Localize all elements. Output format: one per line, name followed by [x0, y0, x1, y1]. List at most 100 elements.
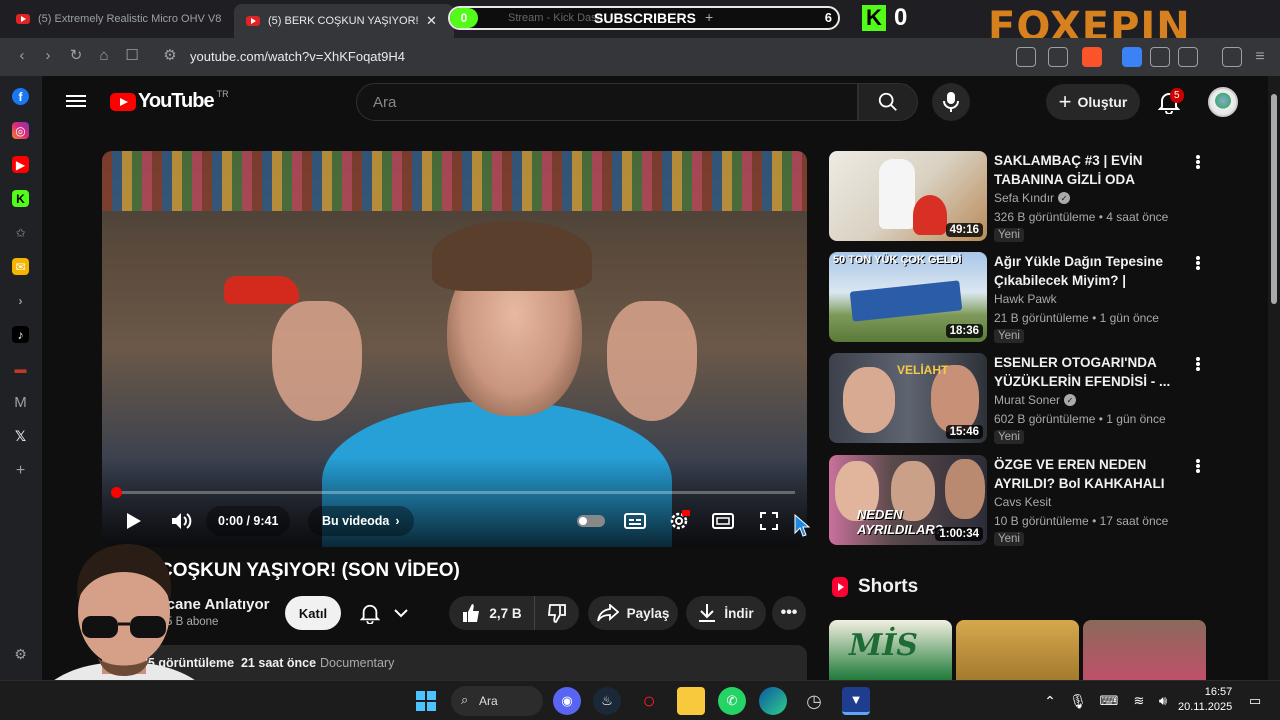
recommendation-title[interactable]: ÖZGE VE EREN NEDEN AYRILDI? Bol KAHKAHAL… — [994, 455, 1184, 493]
youtube-icon[interactable]: ▶ — [12, 156, 29, 173]
cast-icon[interactable] — [1016, 47, 1036, 67]
whatsapp-icon[interactable]: ✆ — [718, 687, 746, 715]
home-icon[interactable]: ⌂ — [94, 46, 114, 66]
media-controls-icon[interactable] — [1222, 47, 1242, 67]
sidebar-settings-icon[interactable]: ⚙ — [12, 646, 29, 663]
game-icon[interactable]: ▬ — [12, 360, 29, 377]
recommendation-channel[interactable]: Sefa Kındır ✓ — [994, 191, 1071, 205]
share-page-icon[interactable] — [1048, 47, 1068, 67]
progress-bar[interactable] — [114, 491, 795, 494]
recommendation-title[interactable]: SAKLAMBAÇ #3 | EVİN TABANINA GİZLİ ODA Y… — [994, 151, 1184, 189]
short-thumbnail[interactable] — [956, 620, 1079, 680]
tiktok-icon[interactable]: ♪ — [12, 326, 29, 343]
kick-icon[interactable]: K — [12, 190, 29, 207]
discord-icon[interactable]: ◉ — [553, 687, 581, 715]
opera-icon[interactable]: ○ — [635, 687, 663, 715]
medium-icon[interactable]: M — [12, 394, 29, 411]
forward-icon[interactable]: › — [38, 46, 58, 66]
extensions-puzzle-icon[interactable] — [1150, 47, 1170, 67]
wifi-icon[interactable]: ≋ — [1128, 687, 1150, 715]
play-store-icon[interactable]: › — [12, 292, 29, 309]
recommendation-channel[interactable]: Murat Soner ✓ — [994, 393, 1077, 407]
star-icon[interactable]: ✩ — [12, 224, 29, 241]
facebook-icon[interactable]: f — [12, 88, 29, 105]
back-icon[interactable]: ‹ — [12, 46, 32, 66]
dislike-button[interactable] — [535, 596, 579, 630]
search-button[interactable] — [858, 83, 918, 121]
browser-active-icon[interactable]: ▼ — [842, 687, 870, 715]
browser-tab-1[interactable]: (5) Extremely Realistic Micro OHV V8 — [4, 6, 230, 32]
download-button[interactable]: İndir — [686, 596, 766, 630]
chapter-button[interactable]: Bu videoda › — [308, 506, 414, 536]
recommendation-thumbnail[interactable]: VELİAHT 15:46 — [829, 353, 987, 443]
browser-tab-2[interactable]: (5) BERK COŞKUN YAŞIYOR! (SON ✕ — [234, 4, 454, 38]
recommendation-item[interactable]: NEDEN AYRILDILAR? 1:00:34 ÖZGE VE EREN N… — [829, 455, 1209, 551]
hamburger-menu-icon[interactable] — [66, 92, 86, 112]
recommendation-title[interactable]: Ağır Yükle Dağın Tepesine Çıkabilecek Mi… — [994, 252, 1184, 290]
browser-toolbar: ‹ › ↻ ⌂ ☐ ⚙ youtube.com/watch?v=XhKFoqat… — [0, 38, 1280, 76]
recommendation-thumbnail[interactable]: NEDEN AYRILDILAR? 1:00:34 — [829, 455, 987, 545]
tray-overflow-icon[interactable]: ⌃ — [1040, 687, 1060, 715]
more-actions-button[interactable]: ••• — [772, 596, 806, 630]
recommendation-item[interactable]: 49:16 SAKLAMBAÇ #3 | EVİN TABANINA GİZLİ… — [829, 151, 1209, 247]
fullscreen-button[interactable] — [756, 507, 782, 535]
brave-shield-icon[interactable] — [1082, 47, 1102, 67]
voice-search-button[interactable] — [932, 83, 970, 121]
recommendation-thumbnail[interactable]: 49:16 — [829, 151, 987, 241]
more-options-icon[interactable] — [1191, 355, 1205, 373]
autoplay-toggle[interactable] — [576, 507, 606, 535]
speaker-icon[interactable]: 🔊︎ — [1152, 687, 1174, 715]
instagram-icon[interactable]: ◎ — [12, 122, 29, 139]
volume-icon — [172, 513, 192, 529]
sidebar-toggle-icon[interactable] — [1178, 47, 1198, 67]
recommendation-thumbnail[interactable]: 50 TON YÜK ÇOK GELDİ 18:36 — [829, 252, 987, 342]
edge-icon[interactable] — [759, 687, 787, 715]
scroll-thumb[interactable] — [1271, 94, 1277, 304]
category-tag[interactable]: Documentary — [320, 656, 394, 670]
bookmark-icon[interactable]: ☐ — [122, 46, 142, 66]
miniplayer-button[interactable] — [710, 507, 736, 535]
add-sidebar-icon[interactable]: + — [12, 462, 29, 479]
start-button[interactable] — [412, 687, 440, 715]
short-thumbnail[interactable]: MİS — [829, 620, 952, 680]
close-tab-icon[interactable]: ✕ — [426, 13, 437, 29]
settings-button[interactable] — [666, 507, 692, 535]
join-button[interactable]: Katıl — [285, 596, 341, 630]
like-button[interactable]: 2,7 B — [449, 596, 535, 630]
short-thumbnail[interactable] — [1083, 620, 1206, 680]
file-explorer-icon[interactable] — [677, 687, 705, 715]
taskbar-search[interactable]: ⌕ Ara — [451, 686, 543, 716]
create-button[interactable]: + Oluştur — [1046, 84, 1140, 120]
microphone-icon[interactable]: 🎙︎ — [1068, 687, 1088, 715]
mail-icon[interactable]: ✉ — [12, 258, 29, 275]
x-twitter-icon[interactable]: 𝕏 — [12, 428, 29, 445]
search-input[interactable] — [357, 84, 857, 120]
notification-center-icon[interactable]: ▭ — [1244, 687, 1266, 715]
scrubber-handle[interactable] — [111, 487, 122, 498]
recommendation-title[interactable]: ESENLER OTOGARI'NDA YÜZÜKLERİN EFENDİSİ … — [994, 353, 1184, 391]
video-player[interactable]: ★ 0:00 / 9:41 Bu videoda › — [102, 151, 807, 547]
site-settings-icon[interactable]: ⚙ — [160, 46, 180, 66]
steam-icon[interactable]: ♨ — [593, 687, 621, 715]
page-scrollbar[interactable] — [1268, 76, 1280, 680]
subscription-notification-button[interactable] — [350, 596, 418, 630]
keyboard-icon[interactable]: ⌨ — [1098, 687, 1120, 715]
recommendation-item[interactable]: 50 TON YÜK ÇOK GELDİ 18:36 Ağır Yükle Da… — [829, 252, 1209, 348]
recommendation-channel[interactable]: Hawk Pawk — [994, 292, 1057, 306]
youtube-logo[interactable]: YouTube TR — [110, 89, 229, 113]
menu-icon[interactable]: ≡ — [1250, 47, 1270, 67]
address-bar[interactable]: youtube.com/watch?v=XhKFoqat9H4 — [190, 49, 405, 64]
recommendation-item[interactable]: VELİAHT 15:46 ESENLER OTOGARI'NDA YÜZÜKL… — [829, 353, 1209, 449]
more-options-icon[interactable] — [1191, 254, 1205, 272]
share-button[interactable]: Paylaş — [588, 596, 678, 630]
system-clock[interactable]: 16:57 20.11.2025 — [1178, 685, 1232, 715]
recommendation-meta: 21 B görüntüleme • 1 gün önce — [994, 311, 1159, 325]
recommendation-channel[interactable]: Cavs Kesit — [994, 495, 1051, 509]
account-avatar[interactable] — [1208, 87, 1238, 117]
subtitles-button[interactable] — [622, 507, 648, 535]
clock-app-icon[interactable]: ◷ — [800, 687, 828, 715]
extension-icon[interactable] — [1122, 47, 1142, 67]
more-options-icon[interactable] — [1191, 153, 1205, 171]
reload-icon[interactable]: ↻ — [66, 46, 86, 66]
more-options-icon[interactable] — [1191, 457, 1205, 475]
